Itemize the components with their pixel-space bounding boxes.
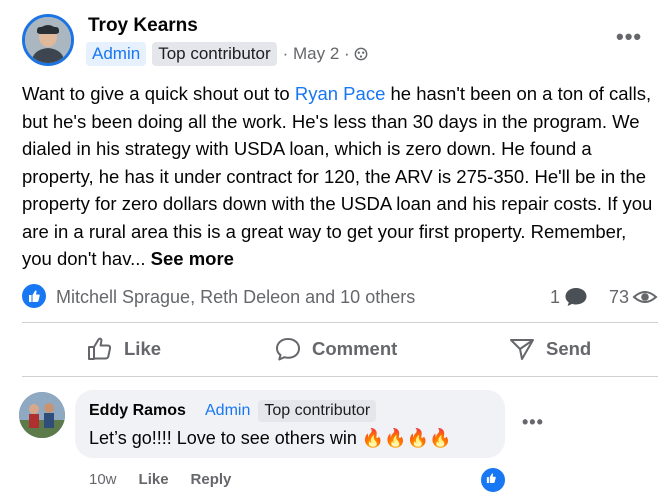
- actions-divider: [22, 376, 658, 377]
- post-card: Troy Kearns Admin Top contributor · May …: [0, 0, 669, 504]
- comment-text: Let’s go!!!! Love to see others win 🔥🔥🔥🔥: [89, 428, 452, 448]
- send-button[interactable]: Send: [508, 336, 591, 362]
- commenter-badges: Admin Top contributor: [203, 400, 377, 422]
- send-icon: [510, 339, 534, 360]
- admin-badge: Admin: [86, 42, 147, 66]
- reactions-divider: [22, 322, 658, 323]
- send-button-label: Send: [546, 338, 592, 359]
- view-count[interactable]: 73: [609, 287, 629, 308]
- comment-like-link[interactable]: Like: [139, 471, 169, 488]
- group-privacy-icon: [354, 47, 368, 61]
- post-more-options-icon[interactable]: •••: [616, 24, 642, 50]
- like-button[interactable]: Like: [86, 336, 161, 362]
- like-button-label: Like: [124, 338, 162, 359]
- comment-reply-link[interactable]: Reply: [191, 471, 232, 488]
- post-author-name[interactable]: Troy Kearns: [88, 15, 198, 37]
- post-date[interactable]: · May 2 ·: [283, 44, 350, 64]
- thumbs-up-icon: [88, 337, 112, 360]
- comment-button[interactable]: Comment: [274, 336, 397, 362]
- commenter-admin-badge: Admin: [205, 402, 251, 419]
- comment-bubble: Eddy Ramos Admin Top contributor Let’s g…: [75, 390, 505, 458]
- commenter-avatar[interactable]: [19, 392, 65, 438]
- reactions-row: Mitchell Sprague, Reth Deleon and 10 oth…: [22, 283, 658, 311]
- reactors-summary[interactable]: Mitchell Sprague, Reth Deleon and 10 oth…: [56, 287, 415, 308]
- post-meta: · May 2 ·: [283, 44, 368, 64]
- eye-icon: [632, 291, 658, 303]
- comment-bubble-icon: [565, 288, 587, 306]
- post-badges: Admin Top contributor · May 2 ·: [86, 42, 368, 66]
- post-stats: 1 73: [550, 286, 658, 308]
- author-avatar[interactable]: [22, 14, 74, 66]
- comment-actions: 10w Like Reply: [89, 471, 231, 488]
- post-body: Want to give a quick shout out to Ryan P…: [22, 80, 657, 273]
- comment-button-label: Comment: [312, 338, 398, 359]
- post-text-start: Want to give a quick shout out to: [22, 83, 295, 104]
- commenter-name[interactable]: Eddy Ramos: [89, 402, 186, 420]
- comment-like-reaction-icon[interactable]: [479, 466, 507, 494]
- comment-count[interactable]: 1: [550, 287, 560, 308]
- mention-link[interactable]: Ryan Pace: [295, 83, 386, 104]
- comment-timestamp[interactable]: 10w: [89, 471, 117, 488]
- like-reaction-icon[interactable]: [22, 284, 46, 308]
- see-more-link[interactable]: See more: [151, 248, 234, 269]
- top-contributor-badge: Top contributor: [152, 42, 277, 66]
- post-text-rest: he hasn't been on a ton of calls, but he…: [22, 83, 653, 269]
- comment-more-options-icon[interactable]: •••: [522, 412, 544, 433]
- commenter-top-contributor-badge: Top contributor: [258, 400, 377, 422]
- comment-icon: [276, 338, 300, 361]
